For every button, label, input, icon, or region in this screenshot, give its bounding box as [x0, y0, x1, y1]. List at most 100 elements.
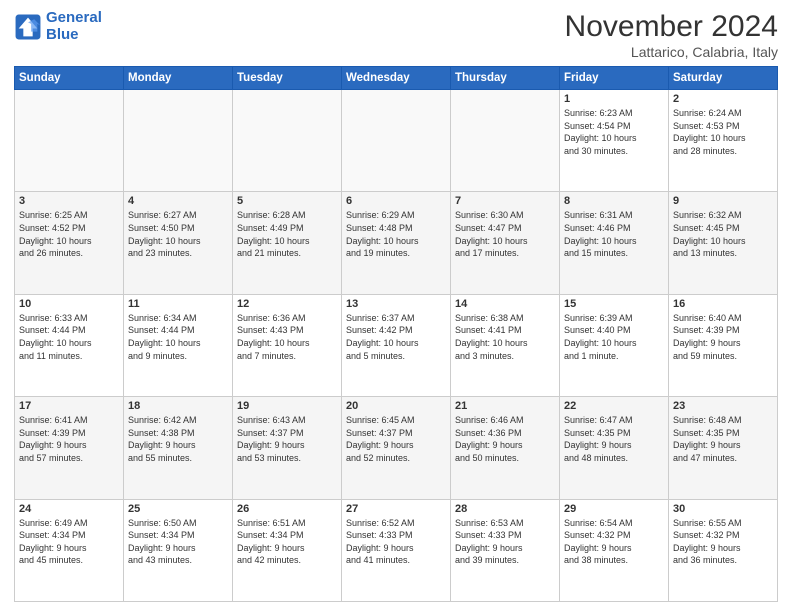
logo-text: General Blue [46, 10, 102, 43]
day-info: Sunrise: 6:28 AM Sunset: 4:49 PM Dayligh… [237, 209, 337, 259]
day-number: 6 [346, 195, 446, 207]
logo: General Blue [14, 10, 102, 43]
calendar-table: SundayMondayTuesdayWednesdayThursdayFrid… [14, 66, 778, 602]
calendar-day: 29 Sunrise: 6:54 AM Sunset: 4:32 PM Dayli… [560, 499, 669, 601]
day-number: 1 [564, 93, 664, 105]
day-info: Sunrise: 6:29 AM Sunset: 4:48 PM Dayligh… [346, 209, 446, 259]
day-info: Sunrise: 6:33 AM Sunset: 4:44 PM Dayligh… [19, 312, 119, 362]
calendar-day: 4Sunrise: 6:27 AM Sunset: 4:50 PM Daylig… [124, 192, 233, 294]
day-info: Sunrise: 6:41 AM Sunset: 4:39 PM Dayligh… [19, 414, 119, 464]
calendar-day: 22Sunrise: 6:47 AM Sunset: 4:35 PM Dayli… [560, 397, 669, 499]
day-number: 13 [346, 298, 446, 310]
calendar-day [451, 90, 560, 192]
calendar-day: 5Sunrise: 6:28 AM Sunset: 4:49 PM Daylig… [233, 192, 342, 294]
day-info: Sunrise: 6:31 AM Sunset: 4:46 PM Dayligh… [564, 209, 664, 259]
calendar-header-monday: Monday [124, 67, 233, 90]
day-info: Sunrise: 6:53 AM Sunset: 4:33 PM Dayligh… [455, 517, 555, 567]
day-info: Sunrise: 6:45 AM Sunset: 4:37 PM Dayligh… [346, 414, 446, 464]
calendar-header-sunday: Sunday [15, 67, 124, 90]
day-number: 23 [673, 400, 773, 412]
calendar-day: 23 Sunrise: 6:48 AM Sunset: 4:35 PM Dayli… [669, 397, 778, 499]
day-info: Sunrise: 6:36 AM Sunset: 4:43 PM Dayligh… [237, 312, 337, 362]
day-number: 28 [455, 503, 555, 515]
day-info: Sunrise: 6:25 AM Sunset: 4:52 PM Dayligh… [19, 209, 119, 259]
day-info: Sunrise: 6:30 AM Sunset: 4:47 PM Dayligh… [455, 209, 555, 259]
day-info: Sunrise: 6:48 AM Sunset: 4:35 PM Dayligh… [673, 414, 773, 464]
calendar-day [124, 90, 233, 192]
calendar-day: 1 Sunrise: 6:23 AM Sunset: 4:54 PM Daylig… [560, 90, 669, 192]
calendar-week-row: 17Sunrise: 6:41 AM Sunset: 4:39 PM Dayli… [15, 397, 778, 499]
day-number: 11 [128, 298, 228, 310]
header: General Blue November 2024 Lattarico, Ca… [14, 10, 778, 60]
day-number: 14 [455, 298, 555, 310]
day-info: Sunrise: 6:46 AM Sunset: 4:36 PM Dayligh… [455, 414, 555, 464]
calendar-day: 10 Sunrise: 6:33 AM Sunset: 4:44 PM Dayli… [15, 294, 124, 396]
calendar-day: 2 Sunrise: 6:24 AM Sunset: 4:53 PM Daylig… [669, 90, 778, 192]
calendar-header-wednesday: Wednesday [342, 67, 451, 90]
calendar-header-thursday: Thursday [451, 67, 560, 90]
calendar-day: 24Sunrise: 6:49 AM Sunset: 4:34 PM Dayli… [15, 499, 124, 601]
day-info: Sunrise: 6:24 AM Sunset: 4:53 PM Dayligh… [673, 107, 773, 157]
day-number: 29 [564, 503, 664, 515]
calendar-day: 21 Sunrise: 6:46 AM Sunset: 4:36 PM Dayli… [451, 397, 560, 499]
calendar-day [233, 90, 342, 192]
calendar-week-row: 24Sunrise: 6:49 AM Sunset: 4:34 PM Dayli… [15, 499, 778, 601]
calendar-day: 18 Sunrise: 6:42 AM Sunset: 4:38 PM Dayli… [124, 397, 233, 499]
calendar-week-row: 10 Sunrise: 6:33 AM Sunset: 4:44 PM Dayli… [15, 294, 778, 396]
calendar-day: 7 Sunrise: 6:30 AM Sunset: 4:47 PM Daylig… [451, 192, 560, 294]
calendar-day: 26Sunrise: 6:51 AM Sunset: 4:34 PM Dayli… [233, 499, 342, 601]
day-info: Sunrise: 6:37 AM Sunset: 4:42 PM Dayligh… [346, 312, 446, 362]
calendar-header-friday: Friday [560, 67, 669, 90]
calendar-day: 20 Sunrise: 6:45 AM Sunset: 4:37 PM Dayli… [342, 397, 451, 499]
calendar-day [15, 90, 124, 192]
day-info: Sunrise: 6:47 AM Sunset: 4:35 PM Dayligh… [564, 414, 664, 464]
calendar-day: 11Sunrise: 6:34 AM Sunset: 4:44 PM Dayli… [124, 294, 233, 396]
calendar-day: 9Sunrise: 6:32 AM Sunset: 4:45 PM Daylig… [669, 192, 778, 294]
day-info: Sunrise: 6:43 AM Sunset: 4:37 PM Dayligh… [237, 414, 337, 464]
calendar-day: 12 Sunrise: 6:36 AM Sunset: 4:43 PM Dayli… [233, 294, 342, 396]
calendar-day: 3Sunrise: 6:25 AM Sunset: 4:52 PM Daylig… [15, 192, 124, 294]
day-number: 30 [673, 503, 773, 515]
day-number: 8 [564, 195, 664, 207]
day-info: Sunrise: 6:52 AM Sunset: 4:33 PM Dayligh… [346, 517, 446, 567]
page: General Blue November 2024 Lattarico, Ca… [0, 0, 792, 612]
title-block: November 2024 Lattarico, Calabria, Italy [565, 10, 778, 60]
calendar-day: 13 Sunrise: 6:37 AM Sunset: 4:42 PM Dayli… [342, 294, 451, 396]
calendar-day: 6 Sunrise: 6:29 AM Sunset: 4:48 PM Daylig… [342, 192, 451, 294]
calendar-day: 25 Sunrise: 6:50 AM Sunset: 4:34 PM Dayli… [124, 499, 233, 601]
day-number: 21 [455, 400, 555, 412]
calendar-day [342, 90, 451, 192]
logo-line2: Blue [46, 26, 79, 43]
day-number: 2 [673, 93, 773, 105]
calendar-header-tuesday: Tuesday [233, 67, 342, 90]
calendar-day: 19Sunrise: 6:43 AM Sunset: 4:37 PM Dayli… [233, 397, 342, 499]
day-info: Sunrise: 6:55 AM Sunset: 4:32 PM Dayligh… [673, 517, 773, 567]
day-info: Sunrise: 6:54 AM Sunset: 4:32 PM Dayligh… [564, 517, 664, 567]
day-info: Sunrise: 6:38 AM Sunset: 4:41 PM Dayligh… [455, 312, 555, 362]
day-number: 15 [564, 298, 664, 310]
calendar-day: 16Sunrise: 6:40 AM Sunset: 4:39 PM Dayli… [669, 294, 778, 396]
day-info: Sunrise: 6:42 AM Sunset: 4:38 PM Dayligh… [128, 414, 228, 464]
location: Lattarico, Calabria, Italy [565, 44, 778, 60]
calendar-week-row: 3Sunrise: 6:25 AM Sunset: 4:52 PM Daylig… [15, 192, 778, 294]
day-number: 12 [237, 298, 337, 310]
calendar-header-saturday: Saturday [669, 67, 778, 90]
day-number: 20 [346, 400, 446, 412]
day-number: 4 [128, 195, 228, 207]
day-info: Sunrise: 6:23 AM Sunset: 4:54 PM Dayligh… [564, 107, 664, 157]
calendar-week-row: 1 Sunrise: 6:23 AM Sunset: 4:54 PM Daylig… [15, 90, 778, 192]
day-info: Sunrise: 6:50 AM Sunset: 4:34 PM Dayligh… [128, 517, 228, 567]
calendar-day: 27Sunrise: 6:52 AM Sunset: 4:33 PM Dayli… [342, 499, 451, 601]
day-number: 7 [455, 195, 555, 207]
logo-icon [14, 13, 42, 41]
day-number: 25 [128, 503, 228, 515]
calendar-day: 8 Sunrise: 6:31 AM Sunset: 4:46 PM Daylig… [560, 192, 669, 294]
day-number: 24 [19, 503, 119, 515]
calendar-day: 15Sunrise: 6:39 AM Sunset: 4:40 PM Dayli… [560, 294, 669, 396]
calendar-day: 17Sunrise: 6:41 AM Sunset: 4:39 PM Dayli… [15, 397, 124, 499]
day-info: Sunrise: 6:40 AM Sunset: 4:39 PM Dayligh… [673, 312, 773, 362]
calendar-day: 30 Sunrise: 6:55 AM Sunset: 4:32 PM Dayli… [669, 499, 778, 601]
day-number: 10 [19, 298, 119, 310]
day-number: 18 [128, 400, 228, 412]
month-title: November 2024 [565, 10, 778, 44]
